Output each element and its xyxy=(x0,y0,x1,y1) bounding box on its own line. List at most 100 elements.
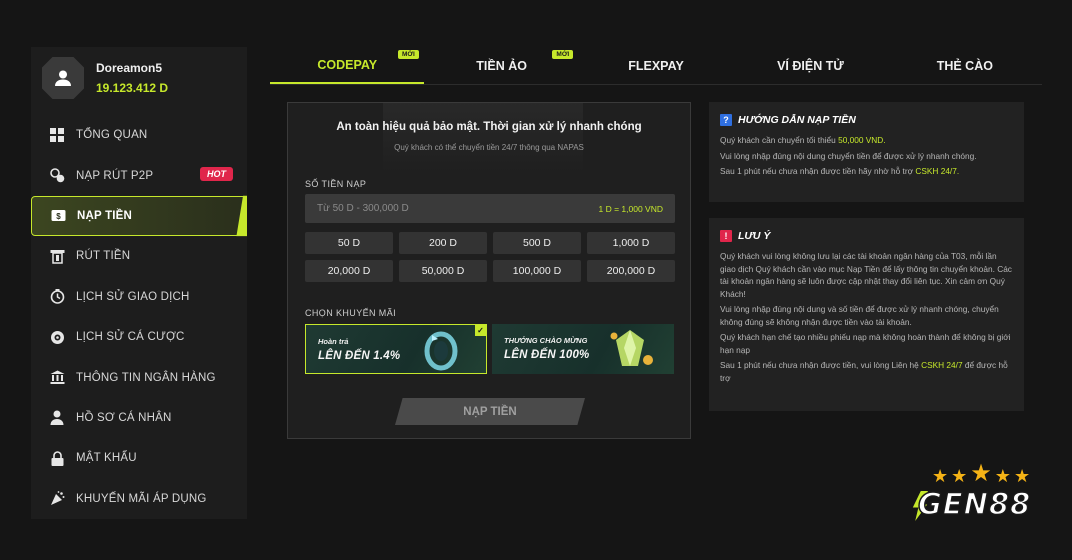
selected-check-icon: ✓ xyxy=(475,325,486,336)
amount-option[interactable]: 500 D xyxy=(493,232,581,254)
support-link[interactable]: CSKH 24/7 xyxy=(921,360,963,370)
form-subline: Quý khách có thể chuyển tiền 24/7 thông … xyxy=(394,143,584,152)
notes-box: ! LƯU Ý Quý khách vui lòng không lưu lại… xyxy=(709,218,1024,411)
sidebar-item-label: RÚT TIỀN xyxy=(76,250,131,263)
promo-title: THƯỞNG CHÀO MỪNG xyxy=(504,336,588,345)
amount-option[interactable]: 20,000 D xyxy=(305,260,393,282)
note-paragraph: Quý khách vui lòng không lưu lại các tài… xyxy=(720,251,1012,299)
lock-icon xyxy=(49,450,65,466)
tab-codepay[interactable]: CODEPAY MỚI xyxy=(270,47,425,84)
sidebar-item-label: NẠP RÚT P2P xyxy=(76,169,154,182)
sidebar-item-promotions[interactable]: KHUYẾN MÃI ÁP DỤNG xyxy=(31,479,247,519)
balance: 19.123.412 D xyxy=(96,81,169,95)
sidebar-item-p2p[interactable]: NẠP RÚT P2P HOT xyxy=(31,155,247,195)
star-icon: ★ xyxy=(951,466,968,486)
amount-input[interactable]: Từ 50 D - 300,000 D 1 D = 1,000 VND xyxy=(305,194,675,223)
sidebar-item-label: LỊCH SỬ CÁ CƯỢC xyxy=(76,331,185,344)
tab-flexpay[interactable]: FLEXPAY xyxy=(579,47,733,84)
guide-title-row: ? HƯỚNG DẪN NẠP TIỀN xyxy=(720,114,1013,126)
notes-title-row: ! LƯU Ý xyxy=(720,230,1013,242)
notes-title: LƯU Ý xyxy=(738,230,771,242)
user-icon xyxy=(55,70,71,86)
warning-icon: ! xyxy=(720,230,732,242)
guide-line: Quý khách cần chuyển tối thiểu 50,000 VN… xyxy=(720,134,1013,147)
sidebar-item-overview[interactable]: TỔNG QUAN xyxy=(31,115,247,155)
guide-text: Sau 1 phút nếu chưa nhận được tiền hãy n… xyxy=(720,166,916,176)
amount-option[interactable]: 100,000 D xyxy=(493,260,581,282)
user-profile: Doreamon5 19.123.412 D xyxy=(31,47,247,109)
new-badge: MỚI xyxy=(552,50,574,59)
promo-label: CHỌN KHUYẾN MÃI xyxy=(305,308,397,318)
promo-title: Hoàn trả xyxy=(318,337,349,346)
amount-option[interactable]: 50 D xyxy=(305,232,393,254)
payment-tabs: CODEPAY MỚI TIỀN ẢO MỚI FLEXPAY VÍ ĐIỆN … xyxy=(270,47,1042,85)
bank-icon xyxy=(49,370,65,386)
tab-label: FLEXPAY xyxy=(628,58,684,73)
sidebar-item-password[interactable]: MẬT KHẨU xyxy=(31,438,247,478)
stars: ★ ★ ★ ★ ★ xyxy=(932,460,1031,487)
tab-label: THẺ CÀO xyxy=(936,58,993,73)
tab-label: CODEPAY xyxy=(317,57,378,72)
deposit-submit-button[interactable]: NẠP TIỀN xyxy=(395,398,585,425)
coins-icon xyxy=(49,168,65,184)
cashback-icon xyxy=(424,331,458,371)
guide-title: HƯỚNG DẪN NẠP TIỀN xyxy=(738,114,856,126)
grid-icon xyxy=(49,127,65,143)
username: Doreamon5 xyxy=(96,61,163,75)
promotion-icon xyxy=(49,491,65,507)
sidebar-item-label: THÔNG TIN NGÂN HÀNG xyxy=(76,371,216,384)
exchange-rate: 1 D = 1,000 VND xyxy=(598,203,664,214)
promo-welcome[interactable]: THƯỞNG CHÀO MỪNG LÊN ĐẾN 100% xyxy=(492,324,674,374)
amount-placeholder: Từ 50 D - 300,000 D xyxy=(317,203,409,214)
sidebar-item-profile[interactable]: HỒ SƠ CÁ NHÂN xyxy=(31,398,247,438)
amount-option[interactable]: 1,000 D xyxy=(587,232,675,254)
promo-cashback[interactable]: Hoàn trả LÊN ĐẾN 1.4% ✓ xyxy=(305,324,487,374)
gen88-logo: ★ ★ ★ ★ ★ GEN88 xyxy=(910,460,1050,533)
amount-option[interactable]: 200,000 D xyxy=(587,260,675,282)
star-icon: ★ xyxy=(1013,466,1031,486)
sidebar: Doreamon5 19.123.412 D TỔNG QUAN NẠP RÚT… xyxy=(31,47,247,519)
min-amount: 50,000 VND. xyxy=(838,135,886,145)
svg-text:$: $ xyxy=(56,212,61,221)
amount-options: 50 D 200 D 500 D 1,000 D 20,000 D 50,000… xyxy=(305,232,675,282)
hot-badge: HOT xyxy=(200,167,233,182)
promo-value: LÊN ĐẾN 1.4% xyxy=(318,350,401,362)
support-link[interactable]: CSKH 24/7. xyxy=(915,166,959,176)
tab-ewallet[interactable]: VÍ ĐIỆN TỬ xyxy=(733,47,887,84)
sidebar-item-transaction-history[interactable]: LỊCH SỬ GIAO DỊCH xyxy=(31,277,247,317)
tab-crypto[interactable]: TIỀN ẢO MỚI xyxy=(424,47,578,84)
sidebar-item-bet-history[interactable]: LỊCH SỬ CÁ CƯỢC xyxy=(31,317,247,357)
new-badge: MỚI xyxy=(398,50,419,59)
guide-line: Vui lòng nhập đúng nội dung chuyển tiền … xyxy=(720,150,977,161)
sidebar-item-withdraw[interactable]: RÚT TIỀN xyxy=(31,236,247,276)
sidebar-item-label: MẬT KHẨU xyxy=(76,452,137,465)
card-decoration xyxy=(383,103,583,173)
note-paragraph: Quý khách hạn chế tạo nhiều phiếu nạp mà… xyxy=(720,332,1011,355)
star-icon: ★ xyxy=(970,460,992,487)
logo-text: GEN88 xyxy=(917,486,1032,522)
sidebar-item-label: KHUYẾN MÃI ÁP DỤNG xyxy=(76,492,207,505)
star-icon: ★ xyxy=(994,466,1011,486)
note-paragraph: Vui lòng nhập đúng nội dung và số tiền đ… xyxy=(720,304,999,327)
amount-option[interactable]: 200 D xyxy=(399,232,487,254)
sidebar-item-deposit[interactable]: $ NẠP TIỀN xyxy=(31,195,247,237)
bet-history-icon xyxy=(49,329,65,345)
guide-line: Sau 1 phút nếu chưa nhận được tiền hãy n… xyxy=(720,165,1013,178)
tab-label: TIỀN ẢO xyxy=(476,58,527,73)
tab-label: VÍ ĐIỆN TỬ xyxy=(777,58,844,73)
sidebar-menu: TỔNG QUAN NẠP RÚT P2P HOT $ NẠP TIỀN RÚT… xyxy=(31,115,247,519)
avatar[interactable] xyxy=(42,57,84,99)
deposit-guide: ? HƯỚNG DẪN NẠP TIỀN Quý khách cần chuyể… xyxy=(709,102,1024,202)
sidebar-item-label: HỒ SƠ CÁ NHÂN xyxy=(76,411,172,424)
note-paragraph: Sau 1 phút nếu chưa nhận được tiền, vui … xyxy=(720,359,1013,384)
deposit-form: An toàn hiệu quả bảo mật. Thời gian xử l… xyxy=(287,102,691,439)
amount-label: SỐ TIỀN NẠP xyxy=(305,179,367,189)
note-text: Sau 1 phút nếu chưa nhận được tiền, vui … xyxy=(720,360,922,370)
amount-option[interactable]: 50,000 D xyxy=(399,260,487,282)
withdraw-icon xyxy=(49,248,65,264)
sidebar-item-bank-info[interactable]: THÔNG TIN NGÂN HÀNG xyxy=(31,357,247,397)
tab-scratch-card[interactable]: THẺ CÀO xyxy=(888,47,1042,84)
question-icon: ? xyxy=(720,114,732,126)
history-icon xyxy=(49,289,65,305)
profile-icon xyxy=(49,410,65,426)
